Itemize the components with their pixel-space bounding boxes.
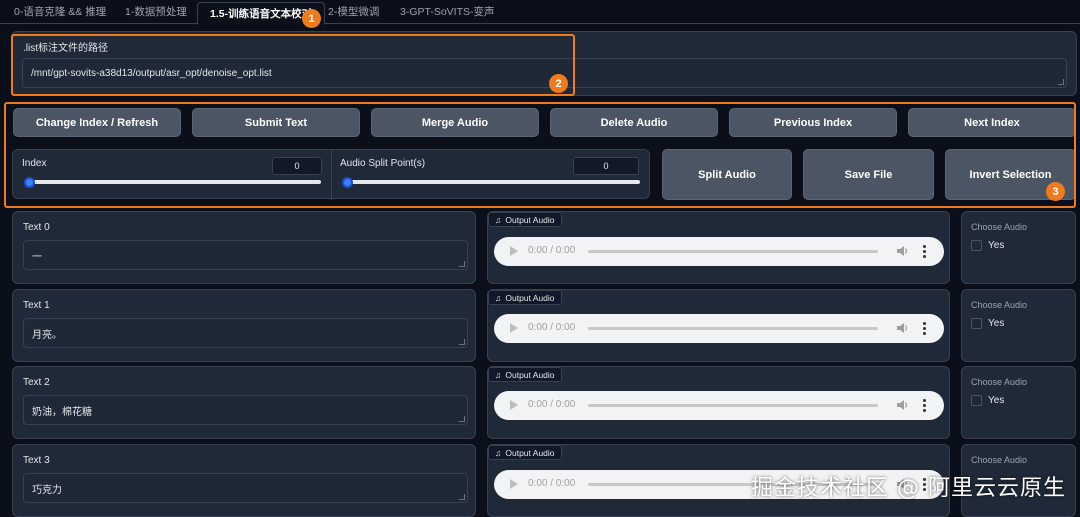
- audio-time: 0:00 / 0:00: [528, 322, 576, 333]
- highlight-box-2: [11, 34, 575, 96]
- audio-panel: ♫ Output Audio 0:00 / 0:00: [487, 366, 950, 439]
- text-input[interactable]: 月亮。: [23, 318, 468, 348]
- audio-tag: ♫ Output Audio: [488, 367, 562, 382]
- choose-label: Choose Audio: [971, 222, 1028, 232]
- audio-panel: ♫ Output Audio 0:00 / 0:00: [487, 289, 950, 362]
- audio-progress[interactable]: [588, 404, 878, 407]
- audio-player[interactable]: 0:00 / 0:00: [494, 237, 944, 266]
- audio-label: Output Audio: [505, 292, 555, 303]
- audio-player[interactable]: 0:00 / 0:00: [494, 391, 944, 420]
- annotation-badge: 3: [1046, 182, 1065, 201]
- music-note-icon: ♫: [495, 447, 502, 458]
- audio-player[interactable]: 0:00 / 0:00: [494, 314, 944, 343]
- text-label: Text 2: [23, 377, 50, 388]
- music-note-icon: ♫: [495, 369, 502, 380]
- list-item: Text 0 一 ♫ Output Audio 0:00 / 0:00 Choo…: [0, 211, 1080, 286]
- annotation-badge: 1: [302, 9, 321, 28]
- tab-voice-change[interactable]: 3-GPT-SoVITS-变声: [400, 4, 495, 24]
- choose-checkbox[interactable]: [971, 318, 982, 329]
- choose-panel: Choose Audio Yes: [961, 211, 1076, 284]
- play-icon[interactable]: [510, 246, 518, 256]
- volume-icon[interactable]: [895, 321, 909, 335]
- choose-label: Choose Audio: [971, 377, 1028, 387]
- resize-handle-icon[interactable]: [459, 416, 465, 422]
- highlight-box-3: [4, 102, 1076, 208]
- audio-tag: ♫ Output Audio: [488, 445, 562, 460]
- music-note-icon: ♫: [495, 214, 502, 225]
- text-value: 巧克力: [32, 484, 62, 496]
- audio-progress[interactable]: [588, 250, 878, 253]
- text-panel: Text 3 巧克力: [12, 444, 476, 517]
- audio-tag: ♫ Output Audio: [488, 290, 562, 305]
- more-vert-icon[interactable]: [923, 321, 927, 335]
- play-icon[interactable]: [510, 400, 518, 410]
- play-icon[interactable]: [510, 323, 518, 333]
- resize-handle-icon[interactable]: [459, 494, 465, 500]
- choose-panel: Choose Audio Yes: [961, 366, 1076, 439]
- text-label: Text 3: [23, 455, 50, 466]
- text-value: 奶油，棉花糖: [32, 406, 92, 418]
- text-label: Text 0: [23, 222, 50, 233]
- choose-label: Choose Audio: [971, 300, 1028, 310]
- list-item: Text 2 奶油，棉花糖 ♫ Output Audio 0:00 / 0:00…: [0, 366, 1080, 441]
- choose-option: Yes: [988, 240, 1005, 251]
- choose-panel: Choose Audio Yes: [961, 289, 1076, 362]
- audio-time: 0:00 / 0:00: [528, 245, 576, 256]
- text-panel: Text 0 一: [12, 211, 476, 284]
- resize-handle-icon[interactable]: [459, 261, 465, 267]
- text-input[interactable]: 巧克力: [23, 473, 468, 503]
- play-icon[interactable]: [510, 479, 518, 489]
- audio-progress[interactable]: [588, 327, 878, 330]
- annotation-badge: 2: [549, 74, 568, 93]
- audio-panel: ♫ Output Audio 0:00 / 0:00: [487, 211, 950, 284]
- volume-icon[interactable]: [895, 398, 909, 412]
- choose-checkbox[interactable]: [971, 395, 982, 406]
- text-label: Text 1: [23, 300, 50, 311]
- resize-handle-icon[interactable]: [1058, 79, 1064, 85]
- audio-label: Output Audio: [505, 447, 555, 458]
- tab-preprocess[interactable]: 1-数据预处理: [125, 4, 187, 24]
- audio-label: Output Audio: [505, 369, 555, 380]
- tab-finetune[interactable]: 2-模型微调: [328, 4, 379, 24]
- text-input[interactable]: 奶油，棉花糖: [23, 395, 468, 425]
- volume-icon[interactable]: [895, 244, 909, 258]
- choose-label: Choose Audio: [971, 455, 1028, 465]
- text-value: 一: [32, 251, 42, 263]
- tab-bar: 0-语音克隆 && 推理 1-数据预处理 1.5-训练语音文本校对 2-模型微调…: [0, 0, 1080, 25]
- text-input[interactable]: 一: [23, 240, 468, 270]
- text-value: 月亮。: [32, 329, 62, 341]
- choose-option: Yes: [988, 318, 1005, 329]
- audio-time: 0:00 / 0:00: [528, 478, 576, 489]
- text-panel: Text 1 月亮。: [12, 289, 476, 362]
- choose-checkbox[interactable]: [971, 240, 982, 251]
- more-vert-icon[interactable]: [923, 244, 927, 258]
- watermark: 掘金技术社区 @ 阿里云云原生: [751, 476, 1066, 501]
- audio-label: Output Audio: [505, 214, 555, 225]
- resize-handle-icon[interactable]: [459, 339, 465, 345]
- text-panel: Text 2 奶油，棉花糖: [12, 366, 476, 439]
- audio-time: 0:00 / 0:00: [528, 399, 576, 410]
- more-vert-icon[interactable]: [923, 398, 927, 412]
- choose-option: Yes: [988, 395, 1005, 406]
- audio-tag: ♫ Output Audio: [488, 212, 562, 227]
- music-note-icon: ♫: [495, 292, 502, 303]
- tab-inference[interactable]: 0-语音克隆 && 推理: [14, 4, 106, 24]
- list-item: Text 1 月亮。 ♫ Output Audio 0:00 / 0:00 Ch…: [0, 289, 1080, 364]
